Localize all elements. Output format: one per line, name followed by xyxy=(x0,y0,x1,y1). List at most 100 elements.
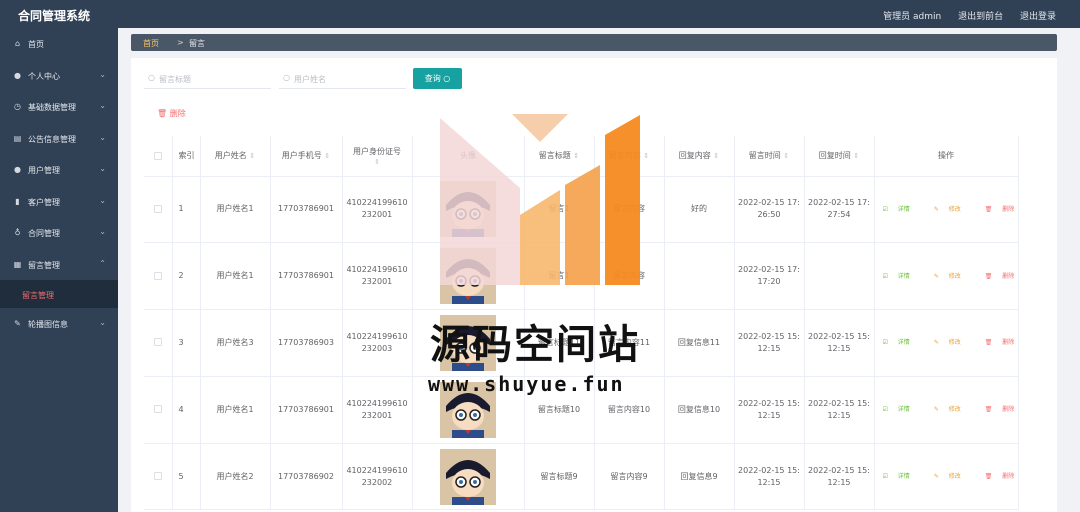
user-icon: ● xyxy=(14,70,21,80)
admin-label: 管理员 admin xyxy=(883,12,942,22)
col-phone[interactable]: 用户手机号 ⇕ xyxy=(270,136,343,177)
cell-title: 留言1 xyxy=(524,242,595,311)
cell-title: 留言标题10 xyxy=(524,376,595,444)
sidebar-item-base-data[interactable]: ◷ 基础数据管理 ⌄ xyxy=(0,91,118,123)
sort-icon: ⇕ xyxy=(783,152,790,161)
table-row: 5 用户姓名2 17703786902 410224199610 232002 留言标题9… xyxy=(144,443,1019,511)
cell-content: 留言内容10 xyxy=(594,376,665,444)
main-content: 首页 > 留言 ○ 留言标题 ○ 用户姓名 查询 ○ 🗑 删除 索引 用户姓名 … xyxy=(118,28,1080,512)
sidebar-item-label: 用户管理 xyxy=(28,166,60,175)
delete-button[interactable]: 🗑 删除 xyxy=(985,473,1023,480)
logout-link[interactable]: 退出登录 xyxy=(1020,12,1056,22)
row-checkbox[interactable] xyxy=(144,309,173,377)
avatar xyxy=(440,448,496,505)
query-button[interactable]: 查询 ○ xyxy=(413,68,462,89)
cell-reply-time: 2022-02-15 15: 12:15 xyxy=(804,309,875,377)
detail-button[interactable]: ☑ 详情 xyxy=(883,273,918,280)
delete-button[interactable]: 🗑 删除 xyxy=(985,273,1023,280)
chevron-down-icon: ⌄ xyxy=(99,101,106,110)
avatar xyxy=(440,248,496,305)
edit-button[interactable]: ✎ 修改 xyxy=(934,473,969,480)
to-front-link[interactable]: 退出到前台 xyxy=(958,12,1003,22)
select-all-checkbox[interactable] xyxy=(144,136,173,177)
search-title-input[interactable]: ○ 留言标题 xyxy=(144,69,271,89)
table-row: 4 用户姓名1 17703786901 410224199610 232001 留言标题1… xyxy=(144,376,1019,444)
sidebar-item-label: 首页 xyxy=(28,40,44,49)
cell-index: 3 xyxy=(172,309,201,377)
content-panel: ○ 留言标题 ○ 用户姓名 查询 ○ 🗑 删除 索引 用户姓名 ⇕ 用户手机号 … xyxy=(131,58,1057,512)
col-avatar: 头像 xyxy=(412,136,525,177)
cell-avatar xyxy=(412,309,525,377)
sidebar-item-profile[interactable]: ● 个人中心 ⌄ xyxy=(0,60,118,92)
col-content[interactable]: 留言内容 ⇕ xyxy=(594,136,665,177)
bar-chart-icon: ▮ xyxy=(15,196,20,206)
row-checkbox[interactable] xyxy=(144,376,173,444)
cell-avatar xyxy=(412,242,525,311)
delete-button[interactable]: 🗑 删除 xyxy=(985,206,1023,213)
col-title[interactable]: 留言标题 ⇕ xyxy=(524,136,595,177)
home-icon: ⌂ xyxy=(14,39,21,48)
trash-icon: 🗑 xyxy=(157,109,168,118)
delete-button[interactable]: 🗑 删除 xyxy=(985,339,1023,346)
sidebar-item-label: 基础数据管理 xyxy=(28,103,76,112)
row-checkbox[interactable] xyxy=(144,443,173,511)
chevron-down-icon: ⌄ xyxy=(99,164,106,173)
cell-name: 用户姓名3 xyxy=(200,309,271,377)
sidebar-item-notice[interactable]: ▤ 公告信息管理 ⌄ xyxy=(0,123,118,155)
sort-icon: ⇕ xyxy=(643,152,650,161)
sidebar-item-label: 轮播图信息 xyxy=(28,320,68,329)
col-reply-time[interactable]: 回复时间 ⇕ xyxy=(804,136,875,177)
sidebar-item-home[interactable]: ⌂ 首页 xyxy=(0,28,118,60)
table-row: 3 用户姓名3 17703786903 410224199610 232003 留言标题1… xyxy=(144,309,1019,377)
header-actions: 管理员 admin 退出到前台 退出登录 xyxy=(869,9,1056,22)
cell-phone: 17703786901 xyxy=(270,176,343,244)
search-user-input[interactable]: ○ 用户姓名 xyxy=(279,69,406,89)
col-idcard[interactable]: 用户身份证号 ⇕ xyxy=(342,136,413,177)
cell-content: 留言内容 xyxy=(594,176,665,244)
detail-button[interactable]: ☑ 详情 xyxy=(883,473,918,480)
batch-delete-button[interactable]: 🗑 删除 xyxy=(157,108,186,119)
row-checkbox[interactable] xyxy=(144,242,173,311)
cell-reply: 回复信息10 xyxy=(664,376,735,444)
cell-index: 2 xyxy=(172,242,201,311)
cell-time: 2022-02-15 15: 12:15 xyxy=(734,309,805,377)
cell-reply xyxy=(664,242,735,311)
col-name[interactable]: 用户姓名 ⇕ xyxy=(200,136,271,177)
avatar xyxy=(440,314,496,371)
cell-name: 用户姓名1 xyxy=(200,242,271,311)
detail-button[interactable]: ☑ 详情 xyxy=(883,339,918,346)
sort-icon: ⇕ xyxy=(573,152,580,161)
cell-reply: 回复信息9 xyxy=(664,443,735,511)
cell-name: 用户姓名2 xyxy=(200,443,271,511)
breadcrumb-separator: > xyxy=(177,38,184,47)
sidebar-item-contracts[interactable]: ♁ 合同管理 ⌄ xyxy=(0,217,118,249)
cell-name: 用户姓名1 xyxy=(200,176,271,244)
detail-button[interactable]: ☑ 详情 xyxy=(883,406,918,413)
sidebar-item-carousel[interactable]: ✎ 轮播图信息 ⌄ xyxy=(0,308,118,340)
sidebar-item-messages[interactable]: ▦ 留言管理 ⌃ xyxy=(0,249,118,281)
breadcrumb-home[interactable]: 首页 xyxy=(143,38,159,49)
edit-button[interactable]: ✎ 修改 xyxy=(934,206,969,213)
edit-button[interactable]: ✎ 修改 xyxy=(934,273,969,280)
col-time[interactable]: 留言时间 ⇕ xyxy=(734,136,805,177)
app-title: 合同管理系统 xyxy=(18,9,91,23)
chevron-down-icon: ⌄ xyxy=(99,195,106,205)
sort-icon: ⇕ xyxy=(249,152,256,161)
sidebar-item-users[interactable]: ● 用户管理 ⌄ xyxy=(0,154,118,186)
delete-button[interactable]: 🗑 删除 xyxy=(985,406,1023,413)
cell-name: 用户姓名1 xyxy=(200,376,271,444)
cell-time: 2022-02-15 17: 26:50 xyxy=(734,176,805,244)
cell-index: 4 xyxy=(172,376,201,444)
sidebar-item-customers[interactable]: ▮ 客户管理 ⌄ xyxy=(0,186,118,218)
sidebar-subitem-message-admin[interactable]: 留言管理 xyxy=(0,280,118,308)
row-checkbox[interactable] xyxy=(144,176,173,244)
cell-reply-time: 2022-02-15 15: 12:15 xyxy=(804,443,875,511)
detail-button[interactable]: ☑ 详情 xyxy=(883,206,918,213)
col-reply[interactable]: 回复内容 ⇕ xyxy=(664,136,735,177)
cell-idcard: 410224199610 232003 xyxy=(342,309,413,377)
avatar xyxy=(440,181,496,238)
cell-time: 2022-02-15 15: 12:15 xyxy=(734,376,805,444)
edit-button[interactable]: ✎ 修改 xyxy=(934,406,969,413)
chevron-down-icon: ⌄ xyxy=(99,318,106,327)
edit-button[interactable]: ✎ 修改 xyxy=(934,339,969,346)
